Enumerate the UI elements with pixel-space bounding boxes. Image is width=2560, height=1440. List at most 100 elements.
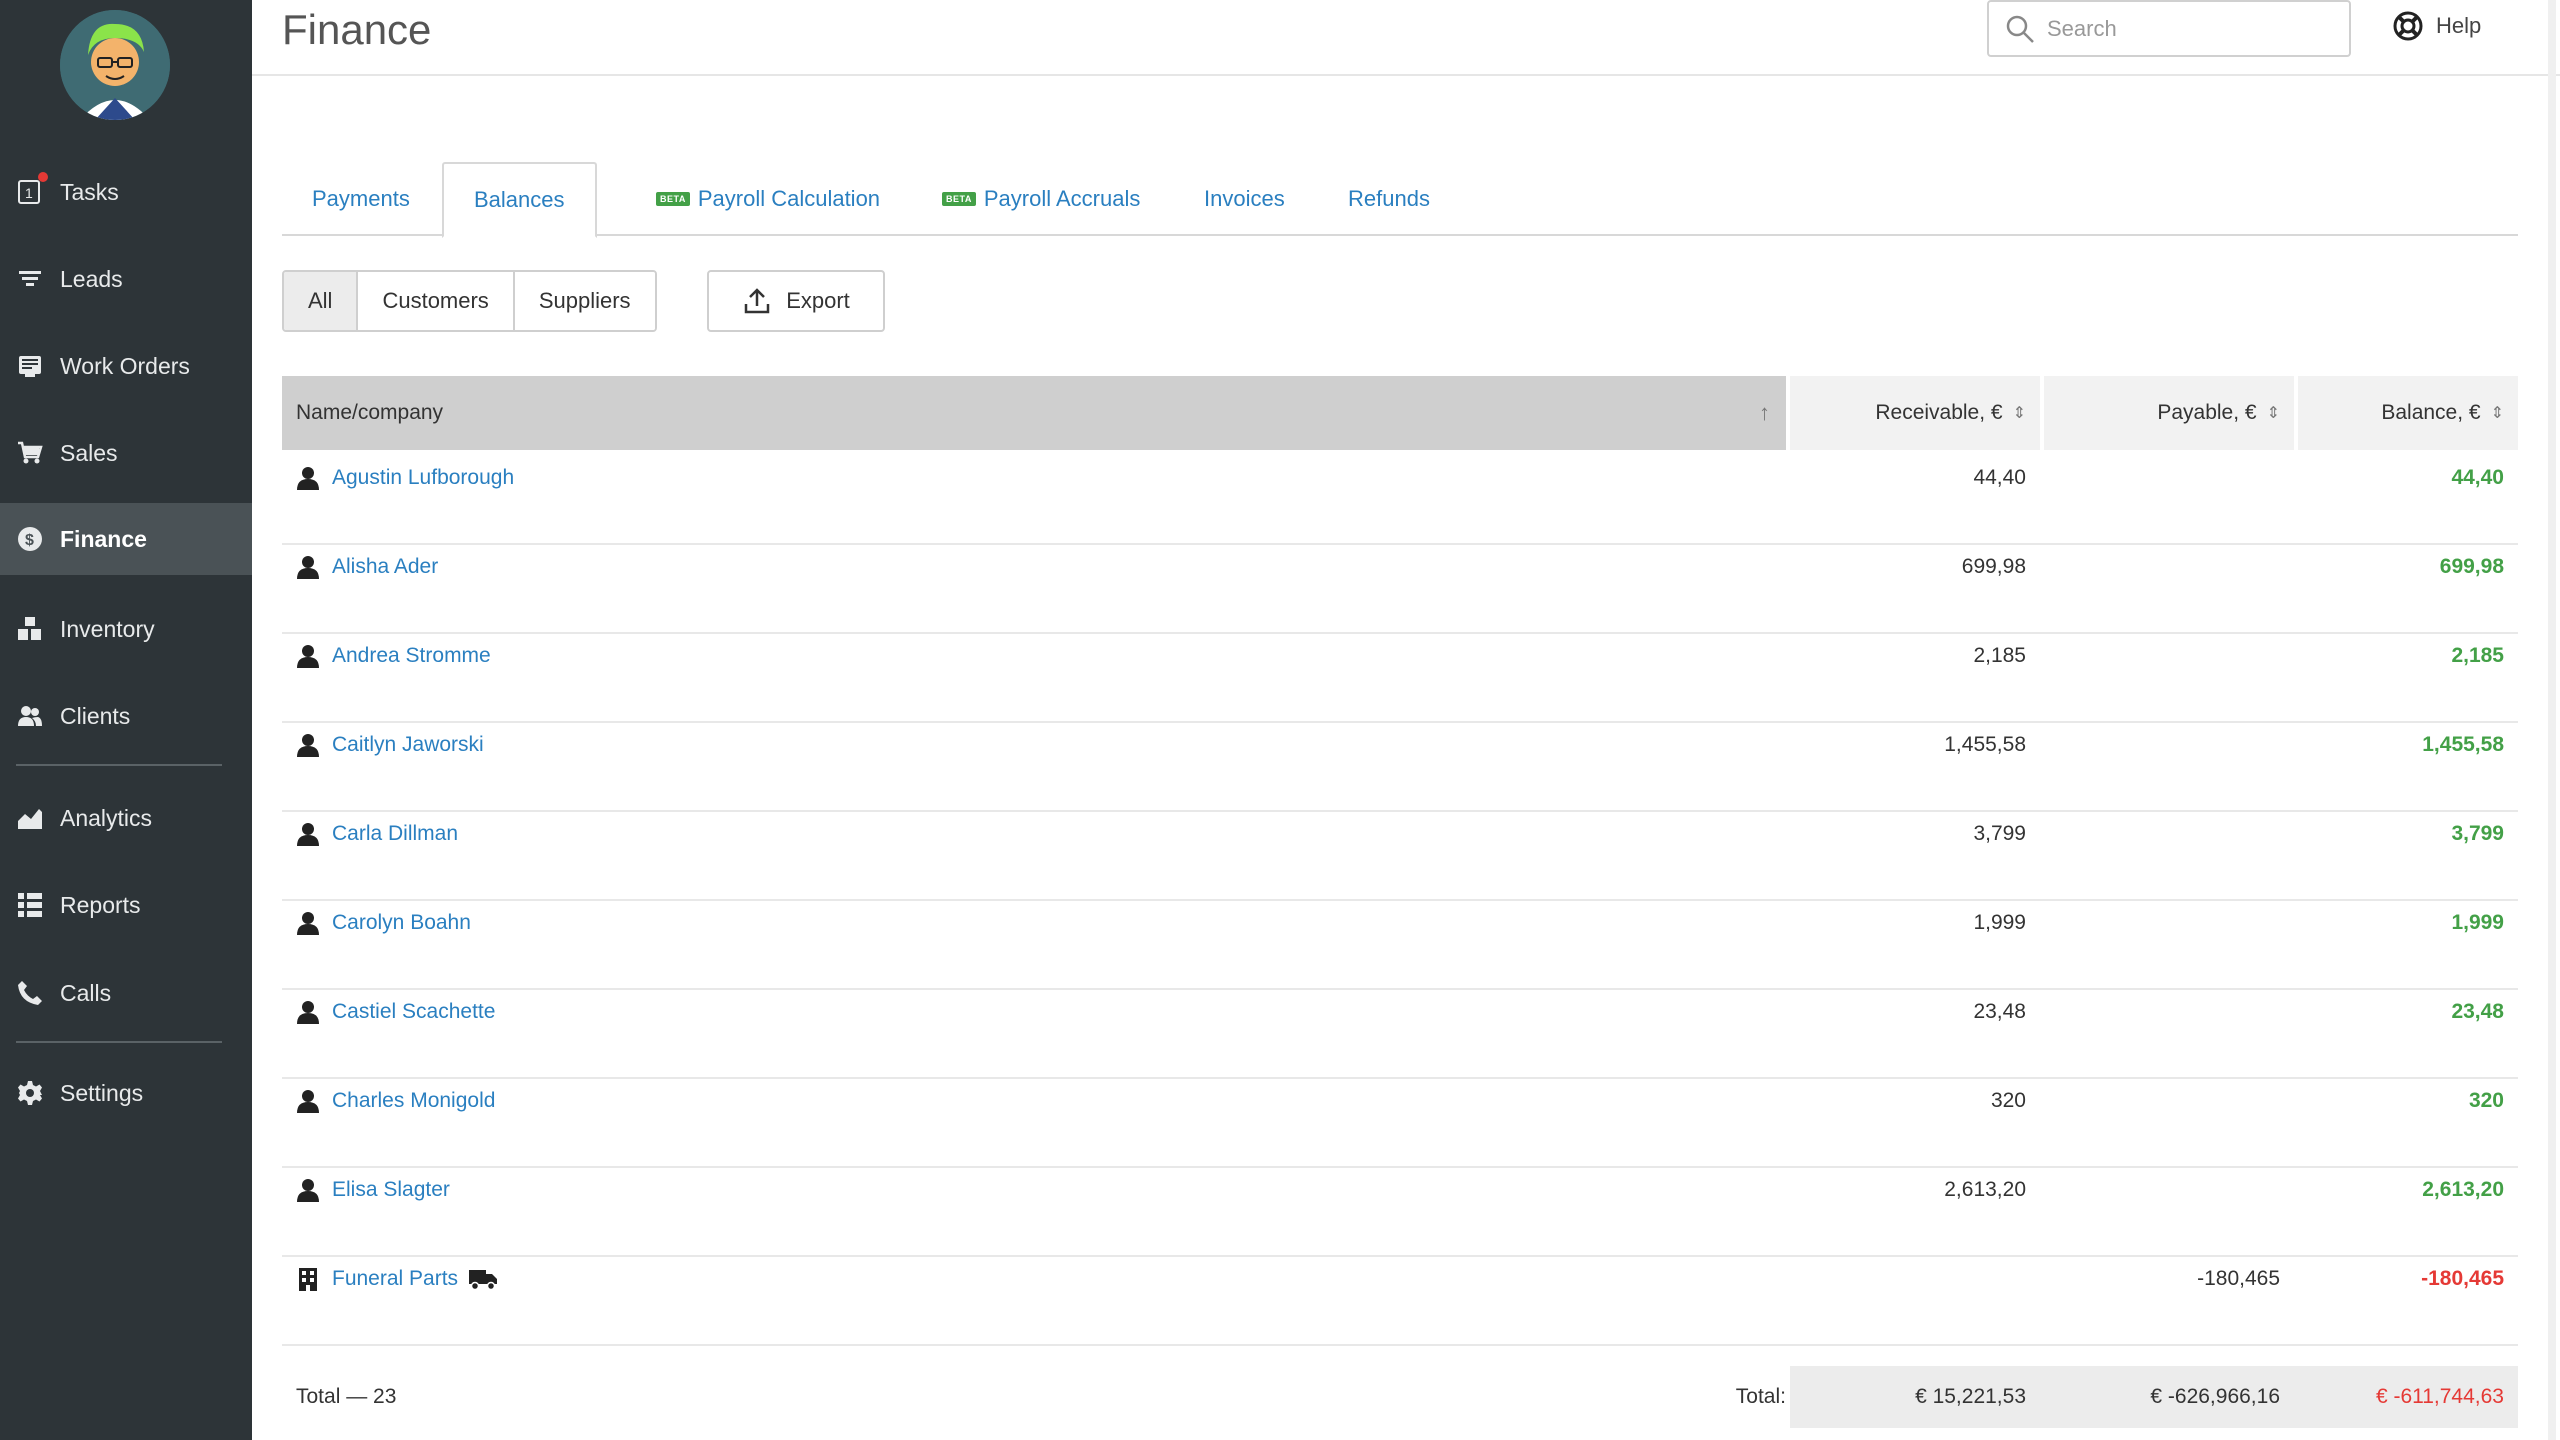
column-header-payable[interactable]: Payable, € ⇕ bbox=[2044, 376, 2294, 450]
sidebar-item-clients[interactable]: Clients bbox=[0, 680, 252, 752]
sidebar-item-label: Settings bbox=[60, 1079, 144, 1106]
person-icon bbox=[297, 556, 319, 579]
payable-cell bbox=[2044, 1168, 2294, 1212]
svg-text:$: $ bbox=[25, 532, 34, 549]
upload-icon bbox=[744, 288, 770, 314]
client-link[interactable]: Funeral Parts bbox=[296, 1257, 510, 1301]
sidebar-item-work-orders[interactable]: Work Orders bbox=[0, 330, 252, 402]
receivable-cell: 2,185 bbox=[1973, 644, 2026, 667]
column-label: Balance, € bbox=[2381, 401, 2481, 424]
search-icon bbox=[2006, 15, 2034, 43]
client-name: Alisha Ader bbox=[332, 555, 439, 578]
tab-invoices[interactable]: Invoices bbox=[1174, 162, 1315, 236]
balance-cell: 2,185 bbox=[2451, 644, 2504, 667]
table-header: Name/company ↑ Receivable, € ⇕ Payable, … bbox=[282, 376, 2518, 450]
tab-label: Payroll Calculation bbox=[697, 186, 881, 211]
totals-box: € 15,221,53 € -626,966,16 € -611,744,63 bbox=[1790, 1366, 2518, 1428]
client-name: Funeral Parts bbox=[332, 1267, 459, 1290]
tab-label: Balances bbox=[474, 187, 565, 212]
client-name: Carla Dillman bbox=[332, 822, 459, 845]
client-link[interactable]: Caitlyn Jaworski bbox=[296, 723, 484, 767]
client-link[interactable]: Castiel Scachette bbox=[296, 990, 495, 1034]
column-label: Payable, € bbox=[2157, 401, 2257, 424]
beta-badge: BETA bbox=[942, 192, 976, 206]
sidebar-item-reports[interactable]: Reports bbox=[0, 869, 252, 941]
sidebar-item-tasks[interactable]: 1 Tasks bbox=[0, 156, 252, 228]
sidebar-item-label: Inventory bbox=[60, 615, 155, 642]
tab-refunds[interactable]: Refunds bbox=[1318, 162, 1460, 236]
tab-label: Invoices bbox=[1204, 186, 1285, 211]
sidebar-item-inventory[interactable]: Inventory bbox=[0, 593, 252, 665]
receivable-cell: 2,613,20 bbox=[1944, 1178, 2026, 1201]
table-row: Elisa Slagter 2,613,20 2,613,20 bbox=[282, 1168, 2518, 1257]
total-receivable: € 15,221,53 bbox=[1915, 1385, 2026, 1408]
table-row: Alisha Ader 699,98 699,98 bbox=[282, 545, 2518, 634]
column-header-receivable[interactable]: Receivable, € ⇕ bbox=[1790, 376, 2040, 450]
tab-label: Payments bbox=[312, 186, 410, 211]
sidebar: 1 Tasks Leads Work Orders Sales $ Financ… bbox=[0, 0, 252, 1440]
column-header-name[interactable]: Name/company ↑ bbox=[282, 376, 1786, 450]
help-button[interactable]: Help bbox=[2392, 10, 2481, 42]
sidebar-divider bbox=[16, 764, 222, 766]
sort-toggle-icon: ⇕ bbox=[2266, 405, 2280, 422]
client-name: Carolyn Boahn bbox=[332, 911, 471, 934]
search-input[interactable] bbox=[2047, 15, 2337, 42]
client-link[interactable]: Carolyn Boahn bbox=[296, 901, 471, 945]
table-row: Caitlyn Jaworski 1,455,58 1,455,58 bbox=[282, 723, 2518, 812]
tab-payments[interactable]: Payments bbox=[282, 162, 440, 236]
filter-customers-button[interactable]: Customers bbox=[358, 272, 515, 330]
payable-cell bbox=[2044, 812, 2294, 856]
total-balance: € -611,744,63 bbox=[2375, 1385, 2504, 1408]
receivable-cell bbox=[1790, 1257, 2040, 1301]
table-row: Andrea Stromme 2,185 2,185 bbox=[282, 634, 2518, 723]
receivable-cell: 320 bbox=[1990, 1089, 2026, 1112]
client-link[interactable]: Charles Monigold bbox=[296, 1079, 495, 1123]
sidebar-item-label: Sales bbox=[60, 439, 118, 466]
person-icon bbox=[297, 1179, 319, 1202]
sidebar-item-label: Finance bbox=[60, 525, 147, 552]
tab-label: Refunds bbox=[1348, 186, 1430, 211]
client-name: Agustin Lufborough bbox=[332, 466, 515, 489]
tab-payroll-calculation[interactable]: BETA Payroll Calculation bbox=[626, 162, 910, 236]
tab-payroll-accruals[interactable]: BETA Payroll Accruals bbox=[912, 162, 1170, 236]
payable-cell bbox=[2044, 1079, 2294, 1123]
page-title: Finance bbox=[282, 6, 432, 53]
total-label: Total: bbox=[1735, 1385, 1786, 1408]
client-name: Castiel Scachette bbox=[332, 1000, 496, 1023]
cart-icon bbox=[16, 439, 44, 467]
export-label: Export bbox=[786, 288, 850, 313]
receivable-cell: 1,999 bbox=[1973, 911, 2026, 934]
analytics-icon bbox=[16, 804, 44, 832]
filter-all-button[interactable]: All bbox=[284, 272, 359, 330]
client-name: Charles Monigold bbox=[332, 1089, 496, 1112]
export-button[interactable]: Export bbox=[707, 270, 885, 332]
notification-dot bbox=[38, 172, 48, 182]
page-scrollbar[interactable] bbox=[2548, 0, 2556, 1440]
person-icon bbox=[297, 1090, 319, 1113]
sidebar-item-calls[interactable]: Calls bbox=[0, 957, 252, 1029]
avatar[interactable] bbox=[60, 10, 170, 120]
sidebar-item-analytics[interactable]: Analytics bbox=[0, 782, 252, 854]
sidebar-item-finance[interactable]: $ Finance bbox=[0, 503, 252, 575]
client-link[interactable]: Alisha Ader bbox=[296, 545, 438, 589]
client-link[interactable]: Carla Dillman bbox=[296, 812, 458, 856]
filter-suppliers-button[interactable]: Suppliers bbox=[514, 272, 655, 330]
sidebar-item-sales[interactable]: Sales bbox=[0, 417, 252, 489]
person-icon bbox=[297, 645, 319, 668]
client-link[interactable]: Agustin Lufborough bbox=[296, 456, 514, 500]
balance-cell: 699,98 bbox=[2439, 555, 2504, 578]
sidebar-item-settings[interactable]: Settings bbox=[0, 1057, 252, 1129]
leads-icon bbox=[16, 265, 44, 293]
balance-cell: 3,799 bbox=[2451, 822, 2504, 845]
table-row: Funeral Parts -180,465 -180,465 bbox=[282, 1257, 2518, 1346]
payable-cell bbox=[2044, 545, 2294, 589]
column-header-balance[interactable]: Balance, € ⇕ bbox=[2298, 376, 2518, 450]
sidebar-item-leads[interactable]: Leads bbox=[0, 243, 252, 315]
receivable-cell: 699,98 bbox=[1961, 555, 2026, 578]
search-box[interactable] bbox=[1987, 0, 2351, 57]
lifebuoy-icon bbox=[2393, 11, 2423, 41]
sidebar-item-label: Calls bbox=[60, 979, 112, 1006]
client-link[interactable]: Elisa Slagter bbox=[296, 1168, 450, 1212]
tab-balances[interactable]: Balances bbox=[442, 162, 597, 238]
client-link[interactable]: Andrea Stromme bbox=[296, 634, 491, 678]
